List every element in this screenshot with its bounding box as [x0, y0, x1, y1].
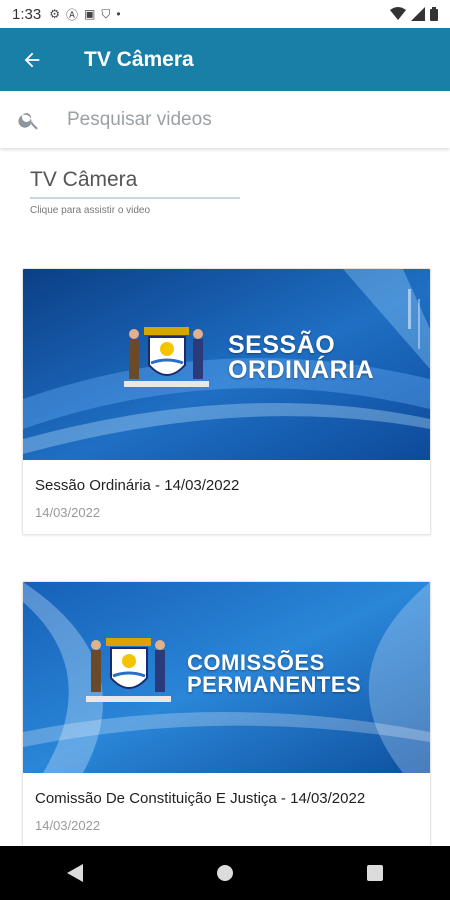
- wifi-icon: [390, 7, 406, 20]
- nav-back-icon: [67, 864, 83, 882]
- battery-icon: [430, 7, 438, 21]
- search-bar: [0, 91, 450, 148]
- video-card[interactable]: SESSÃO ORDINÁRIA Sessão Ordinária - 14/0…: [22, 268, 431, 535]
- app-a-icon: Ⓐ: [65, 7, 78, 22]
- dot-icon: •: [116, 7, 121, 21]
- back-arrow-icon: [24, 52, 40, 67]
- section-title: TV Câmera: [30, 168, 138, 191]
- video-title: Sessão Ordinária - 14/03/2022: [35, 477, 240, 494]
- system-nav-bar: [0, 846, 450, 900]
- video-date: 14/03/2022: [35, 818, 101, 833]
- search-icon[interactable]: [17, 108, 41, 132]
- shield-icon: ⛉: [101, 6, 111, 21]
- status-time: 1:33: [12, 5, 42, 23]
- video-card[interactable]: COMISSÕES PERMANENTES Comissão De Consti…: [22, 581, 431, 848]
- search-input[interactable]: [65, 107, 409, 132]
- page-title: TV Câmera: [84, 47, 194, 71]
- thumbnail-line-2: PERMANENTES: [187, 672, 362, 697]
- nav-home-icon: [217, 865, 233, 881]
- thumbnail-line-2: ORDINÁRIA: [228, 356, 375, 384]
- video-thumbnail[interactable]: SESSÃO ORDINÁRIA: [23, 269, 430, 460]
- section-underline: [30, 197, 240, 199]
- app-b-icon: ▣: [83, 7, 96, 21]
- status-bar: 1:33 ⚙ Ⓐ ▣ ⛉ •: [0, 0, 450, 28]
- video-title: Comissão De Constituição E Justiça - 14/…: [35, 790, 366, 807]
- thumbnail-line-1: SESSÃO: [228, 331, 336, 359]
- back-button[interactable]: [0, 28, 64, 91]
- nav-recents-icon: [367, 865, 383, 881]
- thumbnail-line-1: COMISSÕES: [187, 650, 325, 675]
- crest-icon: [86, 638, 171, 702]
- nav-back-button[interactable]: [55, 853, 95, 893]
- settings-icon: ⚙: [49, 7, 60, 21]
- video-date: 14/03/2022: [35, 505, 101, 520]
- video-thumbnail[interactable]: COMISSÕES PERMANENTES: [23, 582, 430, 773]
- section-header: TV Câmera Clique para assistir o video: [30, 168, 240, 216]
- nav-home-button[interactable]: [205, 853, 245, 893]
- section-hint: Clique para assistir o video: [30, 205, 151, 216]
- signal-icon: [411, 7, 425, 21]
- crest-icon: [124, 327, 209, 387]
- nav-recents-button[interactable]: [355, 853, 395, 893]
- app-bar: TV Câmera: [0, 28, 450, 91]
